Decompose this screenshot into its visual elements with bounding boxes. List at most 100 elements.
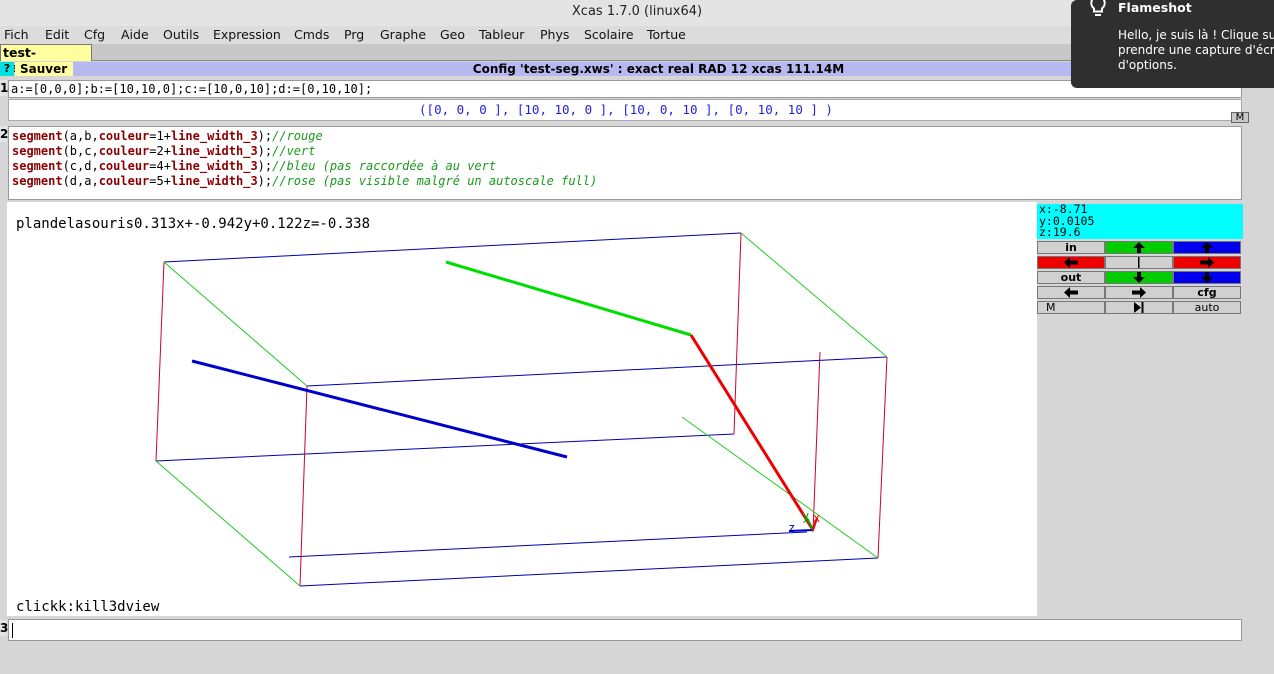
menu-aide[interactable]: Aide	[121, 27, 149, 42]
menu-outils[interactable]: Outils	[163, 27, 199, 42]
menu-geo[interactable]: Geo	[440, 27, 465, 42]
menu-graphe[interactable]: Graphe	[380, 27, 426, 42]
code-val: =1+	[149, 129, 171, 143]
zoom-out-button[interactable]: out	[1037, 271, 1105, 284]
output-menu-button[interactable]: M	[1231, 112, 1249, 123]
code-kw: couleur	[98, 174, 150, 188]
menu-tortue[interactable]: Tortue	[647, 27, 686, 42]
box-edge	[877, 356, 888, 559]
level-1-input[interactable]: a:=[0,0,0];b:=[10,10,0];c:=[10,0,10];d:=…	[8, 80, 1242, 98]
code-end: );	[257, 129, 273, 143]
box-edge	[155, 460, 301, 587]
code-end: );	[257, 174, 273, 188]
code-kw: couleur	[98, 144, 150, 158]
code-lw: line_width_3	[170, 159, 258, 173]
code-val: =4+	[149, 159, 171, 173]
mouse-plane-equation: plandelasouris0.313x+-0.942y+0.122z=-0.3…	[16, 216, 371, 232]
menu-expression[interactable]: Expression	[213, 27, 281, 42]
arrow-left-icon	[1064, 257, 1078, 268]
box-edge	[163, 261, 308, 387]
red-right-button[interactable]	[1173, 256, 1241, 269]
save-button[interactable]: Sauver	[15, 62, 73, 76]
box-edge	[155, 433, 735, 462]
level-1-output-text: ([0, 0, 0 ], [10, 10, 0 ], [10, 0, 10 ],…	[419, 102, 833, 117]
box-edge	[288, 531, 808, 558]
code-args: (d,a,	[62, 174, 99, 188]
graph-3d-view[interactable]: x y z plandelasouris0.313x+-0.942y+0.122…	[7, 202, 1037, 616]
code-kw: couleur	[98, 129, 150, 143]
code-line-1: segment(a,b,couleur=1+line_width_3);//ro…	[12, 129, 323, 144]
code-comment: //bleu (pas raccordée à au vert	[272, 159, 497, 173]
code-lw: line_width_3	[170, 174, 258, 188]
level-2-program-editor[interactable]: segment(a,b,couleur=1+line_width_3);//ro…	[8, 126, 1242, 200]
code-args: (b,c,	[62, 144, 99, 158]
config-bar[interactable]: Config 'test-seg.xws' : exact real RAD 1…	[73, 62, 1244, 76]
animate-play-button[interactable]	[1105, 301, 1173, 314]
flameshot-notification[interactable]: Flameshot Hello, je suis là ! Clique sur…	[1071, 0, 1274, 88]
level-1-output: ([0, 0, 0 ], [10, 10, 0 ], [10, 0, 10 ],…	[8, 99, 1249, 123]
autoscale-button[interactable]: auto	[1173, 301, 1241, 314]
menu-cfg[interactable]: Cfg	[84, 27, 105, 42]
code-comment: //vert	[272, 144, 316, 158]
code-line-4: segment(d,a,couleur=5+line_width_3);//ro…	[12, 174, 597, 189]
menu-edit[interactable]: Edit	[45, 27, 69, 42]
lightbulb-icon	[1090, 0, 1106, 16]
box-edge	[812, 351, 821, 533]
z-axis-label: z	[788, 521, 795, 535]
notification-title: Flameshot	[1118, 0, 1192, 15]
box-edge	[299, 557, 879, 587]
box-edge	[306, 356, 888, 387]
arrow-right-icon	[1200, 257, 1214, 268]
level-number-3: 3	[0, 620, 9, 636]
red-left-button[interactable]	[1037, 256, 1105, 269]
box-edge	[740, 232, 888, 358]
menu-fich[interactable]: Fich	[4, 27, 29, 42]
y-axis-label: y	[802, 509, 809, 523]
box-edge	[163, 232, 742, 263]
center-bar-icon	[1138, 257, 1140, 268]
code-comment: //rouge	[272, 129, 323, 143]
session-tab[interactable]: test-seg.xws	[0, 44, 92, 75]
center-button[interactable]	[1105, 256, 1173, 269]
code-comment: //rose (pas visible malgré un autoscale …	[272, 174, 598, 188]
zoom-in-button[interactable]: in	[1037, 241, 1105, 254]
code-line-3: segment(c,d,couleur=4+line_width_3);//bl…	[12, 159, 496, 174]
level-number-2: 2	[0, 126, 9, 142]
click-hint: clickk:kill3dview	[16, 599, 160, 615]
code-fn: segment	[12, 144, 63, 158]
help-button[interactable]: ?	[0, 62, 14, 76]
code-kw: couleur	[98, 159, 150, 173]
arrow-up-icon	[1201, 242, 1213, 253]
code-line-2: segment(b,c,couleur=2+line_width_3);//ve…	[12, 144, 315, 159]
next-view-button[interactable]	[1105, 286, 1173, 299]
menu-scolaire[interactable]: Scolaire	[584, 27, 634, 42]
arrow-down-icon	[1201, 272, 1213, 283]
code-lw: line_width_3	[170, 144, 258, 158]
code-lw: line_width_3	[170, 129, 258, 143]
text-caret	[12, 623, 13, 638]
menu-phys[interactable]: Phys	[540, 27, 569, 42]
code-fn: segment	[12, 159, 63, 173]
x-axis-label: x	[813, 511, 820, 525]
menu-cmds[interactable]: Cmds	[294, 27, 329, 42]
blue-up-button[interactable]	[1173, 241, 1241, 254]
code-end: );	[257, 144, 273, 158]
blue-down-button[interactable]	[1173, 271, 1241, 284]
graph-3d-canvas[interactable]: x y z	[7, 202, 1037, 616]
previous-view-button[interactable]	[1037, 286, 1105, 299]
green-down-button[interactable]	[1105, 271, 1173, 284]
arrow-down-icon	[1133, 272, 1145, 283]
graph-menu-button[interactable]: M	[1037, 301, 1105, 314]
code-args: (a,b,	[62, 129, 99, 143]
arrow-right-icon	[1132, 287, 1146, 298]
code-fn: segment	[12, 129, 63, 143]
coord-z: z:19.6	[1039, 225, 1081, 239]
arrow-up-icon	[1133, 242, 1145, 253]
menu-tableur[interactable]: Tableur	[479, 27, 524, 42]
graph-config-button[interactable]: cfg	[1173, 286, 1241, 299]
green-up-button[interactable]	[1105, 241, 1173, 254]
level-3-input[interactable]	[8, 619, 1242, 641]
code-val: =2+	[149, 144, 171, 158]
code-fn: segment	[12, 174, 63, 188]
menu-prg[interactable]: Prg	[344, 27, 364, 42]
